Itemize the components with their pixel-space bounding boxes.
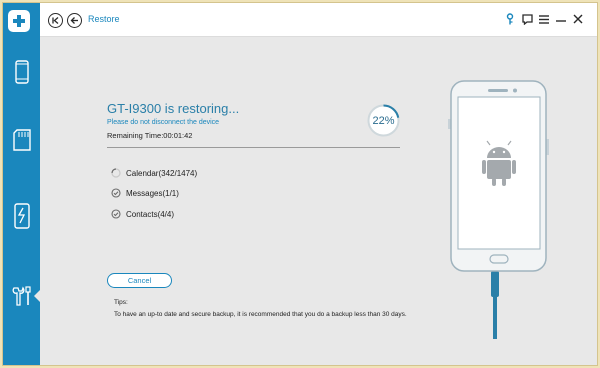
restore-item-calendar: Calendar(342/1474) bbox=[111, 167, 197, 179]
breadcrumb: Restore bbox=[88, 14, 120, 24]
tools-icon bbox=[12, 286, 31, 306]
close-button[interactable] bbox=[571, 12, 585, 26]
check-circle-icon bbox=[111, 188, 121, 198]
minimize-icon bbox=[556, 20, 566, 22]
progress-percent: 22% bbox=[372, 114, 395, 127]
close-icon bbox=[573, 14, 583, 24]
remaining-time: Remaining Time:00:01:42 bbox=[107, 131, 192, 140]
divider bbox=[107, 147, 400, 148]
restore-title: GT-I9300 is restoring... bbox=[107, 101, 240, 116]
restore-item-contacts: Contacts(4/4) bbox=[111, 208, 174, 220]
check-circle-icon bbox=[111, 209, 121, 219]
disconnect-warning: Please do not disconnect the device bbox=[107, 119, 220, 126]
feedback-button[interactable] bbox=[520, 12, 534, 26]
top-bar: Restore bbox=[40, 3, 597, 37]
phone-icon bbox=[14, 60, 29, 84]
minimize-button[interactable] bbox=[554, 12, 568, 26]
app-window: Restore GT-I9300 is restoring... Please … bbox=[2, 2, 598, 366]
menu-icon bbox=[539, 14, 549, 24]
sidebar-item-phone[interactable] bbox=[3, 47, 40, 97]
android-phone-image bbox=[448, 80, 549, 339]
key-icon bbox=[506, 13, 514, 25]
sidebar-item-transfer[interactable] bbox=[3, 191, 40, 241]
phone-illustration bbox=[440, 79, 560, 361]
key-button[interactable] bbox=[503, 12, 517, 26]
first-page-button[interactable] bbox=[48, 13, 63, 28]
menu-button[interactable] bbox=[537, 12, 551, 26]
tips-text: To have an up-to date and secure backup,… bbox=[114, 311, 407, 318]
restore-item-label: Calendar(342/1474) bbox=[126, 168, 198, 178]
restore-item-label: Messages(1/1) bbox=[126, 188, 179, 198]
sd-card-icon bbox=[12, 129, 31, 151]
progress-ring: 22% bbox=[367, 104, 400, 137]
restore-item-messages: Messages(1/1) bbox=[111, 187, 179, 199]
sidebar bbox=[3, 3, 40, 365]
phone-transfer-icon bbox=[13, 203, 30, 229]
remaining-time-label: Remaining Time: bbox=[107, 131, 164, 140]
sidebar-item-tools[interactable] bbox=[3, 271, 40, 321]
sidebar-item-sdcard[interactable] bbox=[3, 115, 40, 165]
back-icon bbox=[70, 17, 78, 24]
remaining-time-value: 00:01:42 bbox=[163, 131, 193, 140]
restore-panel: GT-I9300 is restoring... Please do not d… bbox=[40, 37, 597, 365]
first-page-icon bbox=[52, 17, 59, 24]
restore-item-label: Contacts(4/4) bbox=[126, 209, 175, 219]
back-button[interactable] bbox=[67, 13, 82, 28]
app-logo bbox=[8, 10, 30, 32]
feedback-icon bbox=[521, 13, 533, 25]
cancel-button[interactable]: Cancel bbox=[107, 273, 172, 288]
plus-logo-icon bbox=[13, 15, 25, 27]
loading-icon bbox=[111, 168, 121, 178]
tips-title: Tips: bbox=[114, 299, 128, 306]
